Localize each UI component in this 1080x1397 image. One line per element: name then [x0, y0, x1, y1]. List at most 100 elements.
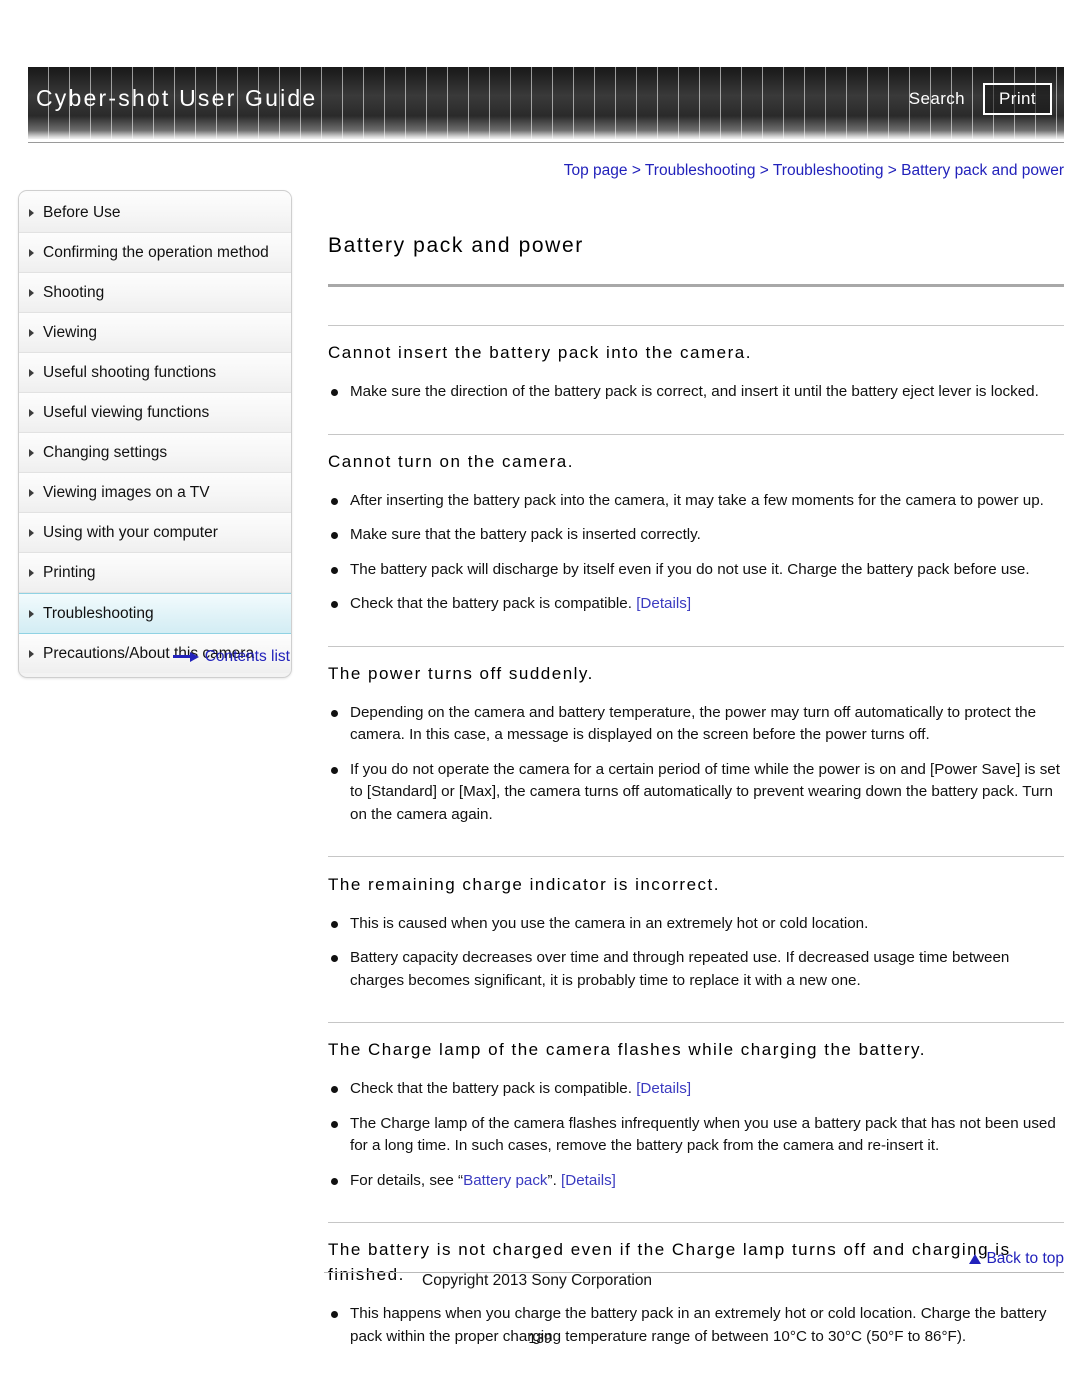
bullet-item: After inserting the battery pack into th… — [328, 490, 1064, 513]
chevron-right-icon — [29, 409, 34, 417]
sidebar-item-printing[interactable]: Printing — [19, 553, 291, 593]
bullet-item: Depending on the camera and battery temp… — [328, 702, 1064, 747]
print-button[interactable]: Print — [983, 83, 1052, 115]
sidebar-item-troubleshooting[interactable]: Troubleshooting — [19, 593, 291, 634]
breadcrumb-item[interactable]: Battery pack and power — [901, 162, 1064, 179]
arrow-right-icon — [172, 652, 199, 662]
sidebar-item-label: Changing settings — [43, 444, 168, 461]
sidebar-item-before-use[interactable]: Before Use — [19, 193, 291, 233]
contents-list-label: Contents list — [204, 648, 290, 665]
bullet-text: If you do not operate the camera for a c… — [350, 760, 1060, 823]
section-divider — [328, 856, 1064, 858]
chevron-right-icon — [29, 289, 34, 297]
search-button[interactable]: Search — [905, 87, 969, 111]
section-divider — [328, 433, 1064, 435]
sidebar-item-label: Confirming the operation method — [43, 244, 269, 261]
sections-container: Cannot insert the battery pack into the … — [328, 325, 1064, 1348]
site-header: Cyber-shot User Guide Search Print — [28, 67, 1064, 139]
breadcrumb-item[interactable]: Troubleshooting — [645, 162, 756, 179]
header-actions: Search Print — [905, 83, 1052, 115]
section-heading: The power turns off suddenly. — [328, 663, 594, 683]
back-to-top-label: Back to top — [986, 1250, 1064, 1267]
copyright-text: Copyright 2013 Sony Corporation — [422, 1272, 653, 1289]
bullet-item: Battery capacity decreases over time and… — [328, 947, 1064, 992]
bullet-text: Battery capacity decreases over time and… — [350, 949, 1010, 989]
sidebar-item-label: Useful viewing functions — [43, 404, 210, 421]
chevron-right-icon — [29, 489, 34, 497]
bullet-item: This is caused when you use the camera i… — [328, 913, 1064, 936]
contents-list-link[interactable]: Contents list — [18, 648, 290, 666]
inline-link[interactable]: [Details] — [636, 1080, 691, 1097]
sidebar-item-label: Viewing images on a TV — [43, 484, 210, 501]
main-content: Battery pack and power Cannot insert the… — [328, 220, 1064, 1374]
bullet-text: Make sure the direction of the battery p… — [350, 383, 1039, 401]
section-divider — [328, 325, 1064, 327]
section-divider — [328, 1222, 1064, 1224]
chevron-right-icon — [29, 369, 34, 377]
chevron-right-icon — [29, 449, 34, 457]
chevron-right-icon — [29, 249, 34, 257]
content-section: The Charge lamp of the camera flashes wh… — [328, 1022, 1064, 1192]
section-divider — [328, 645, 1064, 647]
breadcrumb-separator: > — [755, 162, 773, 179]
bullet-item: The battery pack will discharge by itsel… — [328, 559, 1064, 582]
bullet-text: After inserting the battery pack into th… — [350, 491, 1044, 509]
sidebar-item-label: Before Use — [43, 204, 121, 221]
sidebar-item-shooting[interactable]: Shooting — [19, 273, 291, 313]
bullet-item: Check that the battery pack is compatibl… — [328, 1078, 1064, 1101]
bullet-text: The Charge lamp of the camera flashes in… — [350, 1114, 1056, 1155]
section-heading: Cannot turn on the camera. — [328, 451, 574, 471]
breadcrumb-separator: > — [627, 162, 645, 179]
back-to-top-link[interactable]: Back to top — [969, 1250, 1064, 1268]
bullet-item: For details, see “Battery pack”. [Detail… — [328, 1170, 1064, 1193]
sidebar-item-label: Shooting — [43, 284, 105, 301]
bullet-text: Check that the battery pack is compatibl… — [350, 595, 637, 613]
inline-link[interactable]: [Details] — [561, 1172, 616, 1189]
sidebar-item-viewing[interactable]: Viewing — [19, 313, 291, 353]
sidebar-item-label: Using with your computer — [43, 524, 218, 541]
content-section: Cannot insert the battery pack into the … — [328, 325, 1064, 404]
bullet-item: If you do not operate the camera for a c… — [328, 759, 1064, 827]
section-heading: The remaining charge indicator is incorr… — [328, 874, 720, 894]
bullet-text: ”. — [547, 1171, 562, 1189]
bullet-text: Depending on the camera and battery temp… — [350, 703, 1037, 744]
bullet-item: Check that the battery pack is compatibl… — [328, 593, 1064, 616]
sidebar-item-label: Useful shooting functions — [43, 364, 217, 381]
bullet-text: This is caused when you use the camera i… — [350, 914, 869, 932]
title-divider — [328, 284, 1064, 288]
page-title: Battery pack and power — [328, 234, 584, 258]
inline-link[interactable]: [Details] — [636, 595, 691, 612]
inline-link[interactable]: Battery pack — [463, 1172, 547, 1189]
bullet-text: The battery pack will discharge by itsel… — [350, 560, 1030, 578]
sidebar-item-label: Troubleshooting — [43, 605, 154, 622]
triangle-up-icon — [969, 1254, 982, 1264]
bullet-list: Make sure the direction of the battery p… — [328, 381, 1064, 404]
bullet-item: The Charge lamp of the camera flashes in… — [328, 1113, 1064, 1158]
sidebar-item-confirming-the-operation-method[interactable]: Confirming the operation method — [19, 233, 291, 273]
sidebar-item-using-with-your-computer[interactable]: Using with your computer — [19, 513, 291, 553]
sidebar-item-label: Viewing — [43, 324, 98, 341]
bullet-list: This is caused when you use the camera i… — [328, 913, 1064, 993]
section-heading: Cannot insert the battery pack into the … — [328, 343, 752, 363]
page-number: 139 — [528, 1330, 552, 1346]
chevron-right-icon — [29, 529, 34, 537]
breadcrumb-item[interactable]: Troubleshooting — [773, 162, 884, 179]
breadcrumb-separator: > — [883, 162, 902, 179]
bullet-text: For details, see “ — [350, 1171, 464, 1189]
sidebar-item-useful-viewing-functions[interactable]: Useful viewing functions — [19, 393, 291, 433]
section-heading: The Charge lamp of the camera flashes wh… — [328, 1040, 927, 1060]
chevron-right-icon — [29, 329, 34, 337]
breadcrumb: Top page > Troubleshooting > Troubleshoo… — [564, 162, 1064, 180]
sidebar-item-label: Printing — [43, 564, 96, 581]
content-section: The power turns off suddenly. Depending o… — [328, 645, 1064, 827]
sidebar-item-viewing-images-on-a-tv[interactable]: Viewing images on a TV — [19, 473, 291, 513]
header-divider — [28, 142, 1064, 143]
bullet-text: Make sure that the battery pack is inser… — [350, 526, 701, 544]
sidebar-item-changing-settings[interactable]: Changing settings — [19, 433, 291, 473]
bullet-list: After inserting the battery pack into th… — [328, 490, 1064, 616]
breadcrumb-item[interactable]: Top page — [564, 162, 628, 179]
sidebar-item-useful-shooting-functions[interactable]: Useful shooting functions — [19, 353, 291, 393]
chevron-right-icon — [29, 209, 34, 217]
sidebar-nav: Before Use Confirming the operation metho… — [18, 190, 292, 678]
bullet-item: Make sure that the battery pack is inser… — [328, 524, 1064, 547]
